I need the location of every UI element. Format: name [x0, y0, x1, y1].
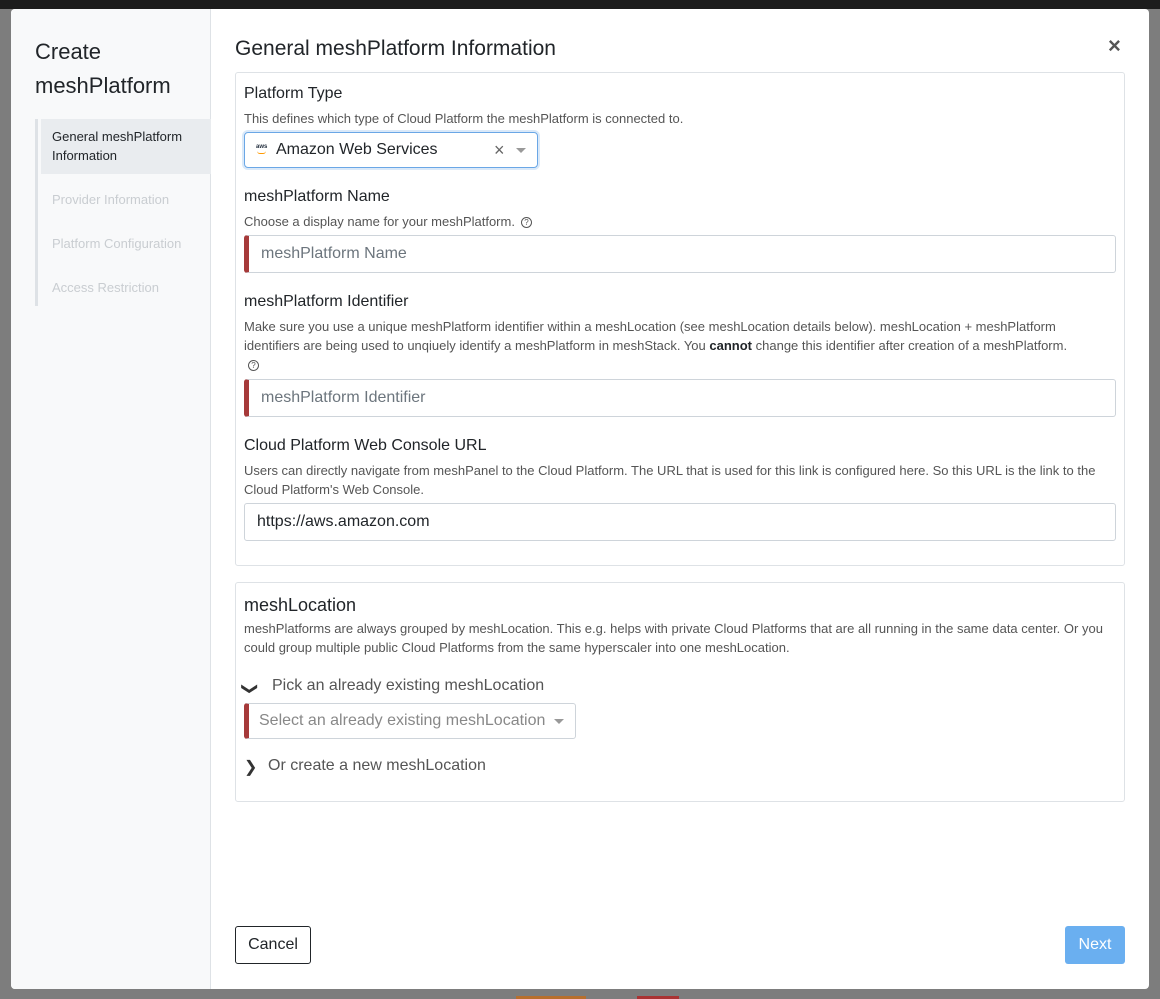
step-provider-information: Provider Information	[52, 192, 170, 207]
console-url-hint: Users can directly navigate from meshPan…	[244, 463, 1096, 497]
wizard-sidebar: Create meshPlatform General meshPlatform…	[11, 9, 211, 989]
meshlocation-title: meshLocation	[244, 595, 357, 615]
chevron-down-icon[interactable]: ❯	[240, 682, 260, 695]
create-new-location-toggle[interactable]: Or create a new meshLocation	[268, 757, 486, 775]
platform-name-placeholder: meshPlatform Name	[261, 245, 407, 262]
existing-location-select[interactable]: Select an already existing meshLocation	[244, 703, 576, 739]
meshlocation-hint: meshPlatforms are always grouped by mesh…	[244, 621, 1103, 655]
platform-type-hint: This defines which type of Cloud Platfor…	[244, 111, 684, 126]
pick-existing-location-toggle[interactable]: Pick an already existing meshLocation	[272, 677, 544, 695]
help-icon[interactable]: ?	[248, 360, 259, 372]
background-topbar	[0, 0, 1160, 9]
create-meshplatform-modal: Create meshPlatform General meshPlatform…	[11, 9, 1149, 989]
console-url-input[interactable]: https://aws.amazon.com	[244, 503, 1116, 541]
wizard-title: Create meshPlatform	[35, 39, 171, 98]
platform-identifier-placeholder: meshPlatform Identifier	[261, 389, 426, 406]
wizard-steps: General meshPlatform Information Provide…	[35, 119, 211, 306]
platform-identifier-label: meshPlatform Identifier	[244, 293, 409, 310]
platform-type-value: Amazon Web Services	[276, 141, 438, 158]
console-url-label: Cloud Platform Web Console URL	[244, 437, 487, 454]
close-button[interactable]: ×	[1108, 35, 1121, 57]
existing-location-placeholder: Select an already existing meshLocation	[259, 712, 546, 729]
next-button[interactable]: Next	[1065, 926, 1125, 964]
chevron-down-icon[interactable]	[554, 719, 564, 724]
chevron-down-icon[interactable]	[516, 148, 526, 153]
identifier-hint-part2: change this identifier after creation of…	[752, 338, 1068, 353]
platform-identifier-hint: Make sure you use a unique meshPlatform …	[244, 317, 1114, 374]
step-general-information[interactable]: General meshPlatform Information	[41, 119, 211, 174]
step-platform-configuration: Platform Configuration	[52, 236, 182, 251]
platform-name-input[interactable]: meshPlatform Name	[244, 235, 1116, 273]
page-title: General meshPlatform Information	[235, 37, 556, 60]
platform-name-label: meshPlatform Name	[244, 188, 390, 205]
platform-name-hint-text: Choose a display name for your meshPlatf…	[244, 214, 515, 229]
clear-selection-icon[interactable]: ×	[494, 140, 505, 161]
cancel-button[interactable]: Cancel	[235, 926, 311, 964]
wizard-content: General meshPlatform Information × Platf…	[211, 9, 1149, 989]
platform-type-label: Platform Type	[244, 85, 343, 102]
step-access-restriction: Access Restriction	[52, 280, 159, 295]
chevron-right-icon[interactable]: ❯	[244, 757, 257, 777]
general-information-card: Platform Type This defines which type of…	[235, 72, 1125, 566]
meshlocation-card: meshLocation meshPlatforms are always gr…	[235, 582, 1125, 802]
platform-identifier-input[interactable]: meshPlatform Identifier	[244, 379, 1116, 417]
identifier-hint-bold: cannot	[709, 338, 753, 353]
help-icon[interactable]: ?	[520, 217, 532, 229]
platform-name-hint: Choose a display name for your meshPlatf…	[244, 212, 1114, 231]
aws-logo-icon: aws	[256, 144, 268, 154]
platform-type-select[interactable]: aws Amazon Web Services ×	[244, 132, 538, 168]
